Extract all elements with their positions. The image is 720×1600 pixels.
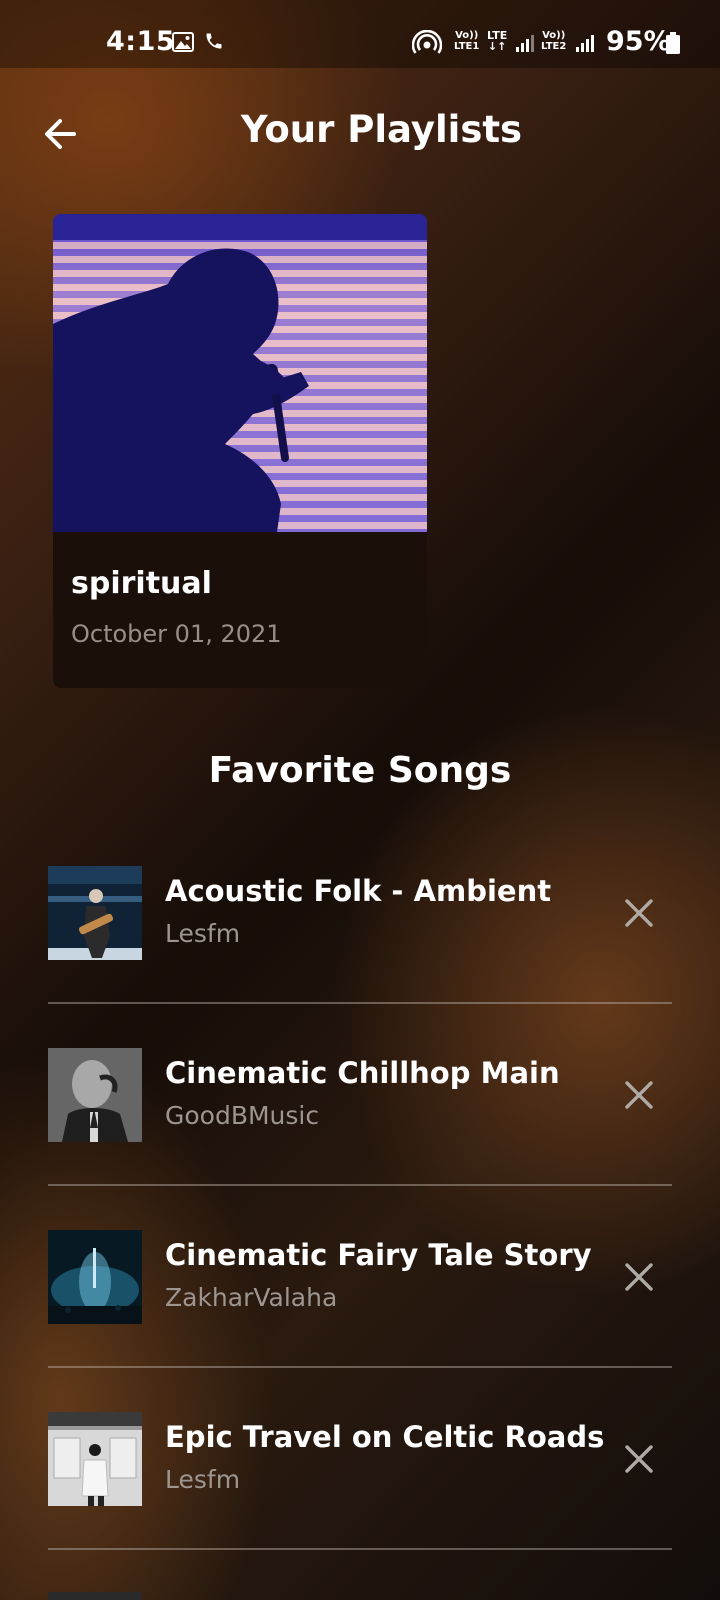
song-artist: ZakharValaha [165,1283,338,1312]
song-thumbnail [48,1412,142,1506]
battery-percentage: 95% [606,26,671,57]
status-time: 4:15 [106,26,176,57]
phone-icon [206,33,222,49]
song-row[interactable]: Acoustic Folk - Ambient Lesfm [48,866,672,1048]
song-row[interactable]: Epic Travel on Celtic Roads - Lesfm [48,1412,672,1594]
song-title: Cinematic Fairy Tale Story [165,1238,592,1272]
close-icon[interactable] [620,1258,658,1296]
sim2-label: Vo)) LTE2 [541,30,567,52]
playlist-name: spiritual [71,566,212,601]
status-bar: 4:15 Vo)) LTE1 LTE ↓↑ Vo)) LTE2 95% [0,0,720,68]
song-title: Cinematic Chillhop Main [165,1056,560,1090]
signal-icon [576,35,594,52]
favorite-songs-title: Favorite Songs [208,750,512,791]
gallery-icon [172,32,194,52]
song-artist: Lesfm [165,1465,241,1494]
battery-icon [666,32,680,54]
favorite-songs-list: Acoustic Folk - Ambient Lesfm Cinematic … [48,866,672,1594]
divider [48,1002,672,1004]
hotspot-icon [412,30,442,54]
song-thumbnail [48,1230,142,1324]
song-thumbnail [48,1592,142,1600]
signal-icon [516,35,534,52]
divider [48,1548,672,1550]
playlist-card[interactable]: spiritual October 01, 2021 [53,214,427,688]
sim1-label: Vo)) LTE1 [454,30,480,52]
divider [48,1366,672,1368]
close-icon[interactable] [620,1076,658,1114]
network-type-label: LTE ↓↑ [487,29,508,53]
song-title: Acoustic Folk - Ambient [165,874,552,908]
song-artist: GoodBMusic [165,1101,320,1130]
song-artist: Lesfm [165,919,241,948]
song-title: Epic Travel on Celtic Roads - [165,1420,615,1454]
playlist-date: October 01, 2021 [71,620,282,648]
close-icon[interactable] [620,1440,658,1478]
playlist-cover-image [53,214,427,532]
page-title: Your Playlists [240,108,523,151]
song-row[interactable]: Cinematic Chillhop Main GoodBMusic [48,1048,672,1230]
song-thumbnail [48,866,142,960]
divider [48,1184,672,1186]
song-row[interactable]: Cinematic Fairy Tale Story ZakharValaha [48,1230,672,1412]
close-icon[interactable] [620,894,658,932]
song-thumbnail [48,1048,142,1142]
